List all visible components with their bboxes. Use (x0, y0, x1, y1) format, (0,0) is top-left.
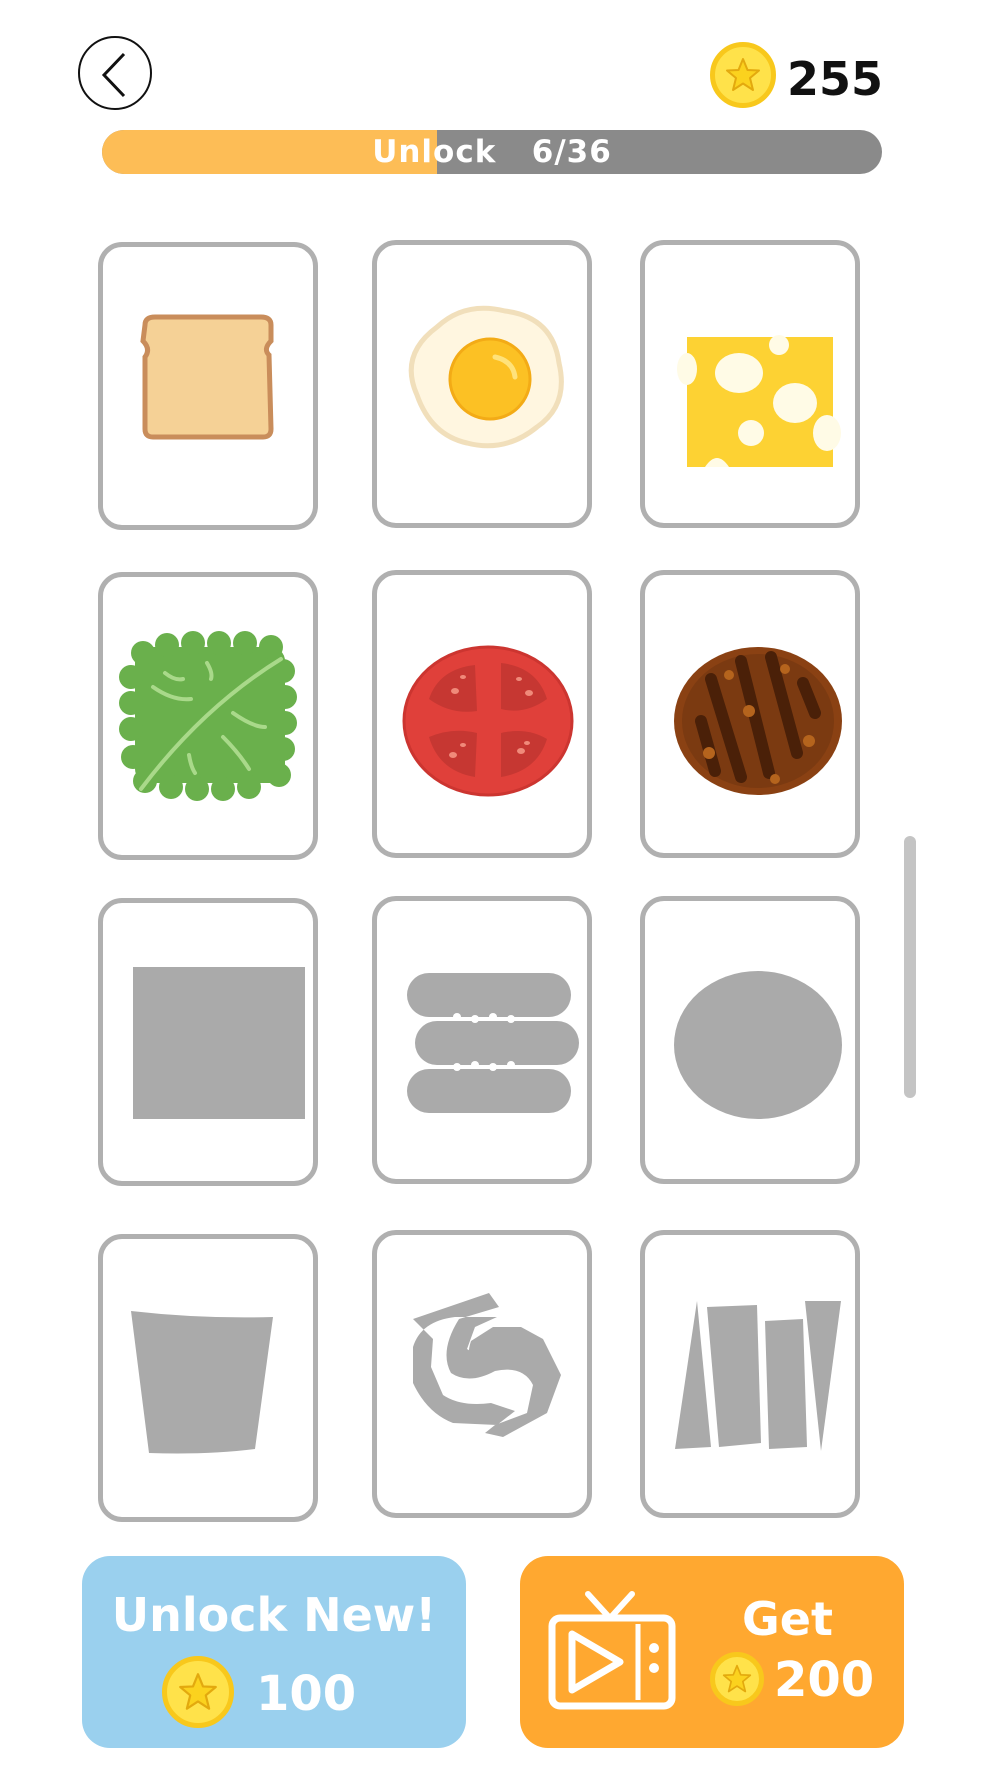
item-card-locked-2[interactable] (372, 896, 592, 1184)
unlock-price: 100 (256, 1666, 357, 1722)
chevron-left-icon (101, 52, 126, 98)
patty-icon (674, 647, 842, 795)
progress-label: Unlock 6/36 (102, 130, 882, 174)
lettuce-icon (119, 631, 297, 801)
stacked-silhouette-icon (407, 973, 579, 1113)
tv-play-icon (548, 1591, 676, 1710)
coin-icon (162, 1656, 234, 1728)
item-card-lettuce[interactable] (98, 572, 318, 860)
item-card-locked-3[interactable] (640, 896, 860, 1184)
item-card-cheese[interactable] (640, 240, 860, 528)
fried-egg-icon (408, 305, 564, 449)
item-card-tomato[interactable] (372, 570, 592, 858)
item-card-bread[interactable] (98, 242, 318, 530)
item-card-patty[interactable] (640, 570, 860, 858)
coin-icon (710, 42, 776, 108)
unlock-progress-bar: Unlock 6/36 (102, 130, 882, 174)
coin-balance: 255 (787, 52, 884, 106)
tomato-icon (402, 645, 574, 797)
scrollbar[interactable] (904, 836, 916, 1098)
back-button[interactable] (78, 36, 152, 110)
unlock-new-label: Unlock New! (111, 1588, 437, 1642)
get-amount: 200 (774, 1652, 875, 1708)
round-silhouette-icon (674, 971, 842, 1119)
get-label: Get (742, 1592, 833, 1646)
progress-label-text: Unlock (372, 134, 497, 170)
slice-silhouette-icon (131, 1311, 273, 1454)
watch-ad-get-coins-button[interactable]: Get 200 (520, 1556, 904, 1748)
item-card-locked-4[interactable] (98, 1234, 318, 1522)
shrimp-silhouette-icon (413, 1293, 561, 1437)
item-card-locked-6[interactable] (640, 1230, 860, 1518)
item-card-locked-1[interactable] (98, 898, 318, 1186)
square-silhouette-icon (133, 967, 305, 1119)
unlock-new-button[interactable]: Unlock New! 100 (82, 1556, 466, 1748)
item-card-locked-5[interactable] (372, 1230, 592, 1518)
strips-silhouette-icon (675, 1301, 841, 1451)
bread-icon (140, 314, 274, 440)
cheese-icon (677, 335, 841, 467)
item-card-fried-egg[interactable] (372, 240, 592, 528)
progress-count: 6/36 (531, 134, 612, 170)
coin-icon (710, 1652, 764, 1706)
